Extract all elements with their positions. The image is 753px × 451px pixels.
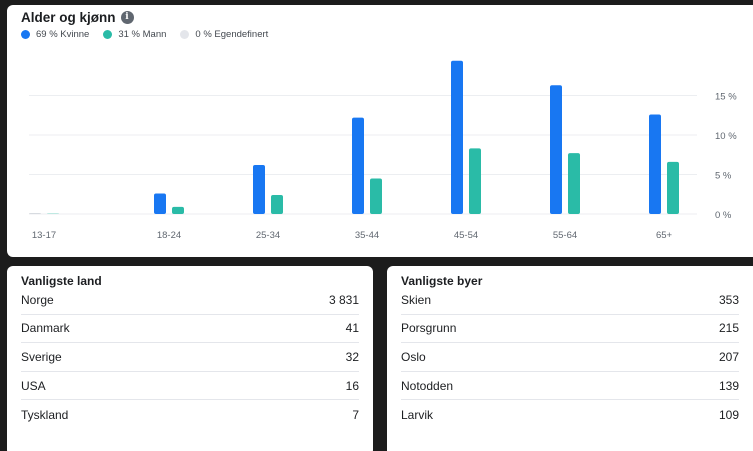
bar-kvinne-18-24[interactable] bbox=[154, 193, 166, 214]
country-row: Danmark 41 bbox=[21, 315, 359, 344]
x-tick-label: 65+ bbox=[656, 230, 673, 241]
city-row: Porsgrunn 215 bbox=[401, 315, 739, 344]
city-name: Skien bbox=[401, 292, 432, 307]
city-value: 139 bbox=[718, 378, 739, 393]
city-name: Notodden bbox=[401, 378, 454, 393]
city-row: Larvik 109 bbox=[401, 400, 739, 429]
x-tick-label: 45-54 bbox=[454, 230, 478, 241]
top-countries-card: Vanligste land Norge 3 831 Danmark 41 Sverig… bbox=[7, 266, 373, 451]
city-value: 109 bbox=[718, 407, 739, 422]
country-row: Tyskland 7 bbox=[21, 400, 359, 429]
bar-mann-18-24[interactable] bbox=[172, 206, 184, 214]
bar-kvinne-55-64[interactable] bbox=[550, 85, 562, 214]
top-countries-list: Norge 3 831 Danmark 41 Sverige 32 USA 16 Tysklan… bbox=[21, 286, 359, 429]
age-gender-card: Alder og kjønn i 69 % Kvinne 31 % Mann 0… bbox=[7, 5, 753, 257]
country-value: 32 bbox=[345, 349, 359, 364]
city-value: 207 bbox=[718, 349, 739, 364]
city-name: Larvik bbox=[401, 407, 434, 422]
bar-kvinne-45-54[interactable] bbox=[451, 60, 463, 214]
bar-mann-25-34[interactable] bbox=[271, 195, 283, 214]
city-row: Notodden 139 bbox=[401, 372, 739, 401]
bar-kvinne-13-17[interactable] bbox=[29, 213, 41, 214]
bar-mann-65+[interactable] bbox=[667, 161, 679, 214]
city-name: Oslo bbox=[401, 349, 426, 364]
bar-kvinne-25-34[interactable] bbox=[253, 165, 265, 214]
country-row: USA 16 bbox=[21, 372, 359, 401]
country-name: Danmark bbox=[21, 321, 70, 336]
bar-kvinne-35-44[interactable] bbox=[352, 117, 364, 214]
city-row: Skien 353 bbox=[401, 286, 739, 315]
country-name: Norge bbox=[21, 292, 54, 307]
country-row: Norge 3 831 bbox=[21, 286, 359, 315]
y-tick-label: 0 % bbox=[715, 210, 732, 221]
x-tick-label: 55-64 bbox=[553, 230, 577, 241]
bar-mann-35-44[interactable] bbox=[370, 178, 382, 214]
y-tick-label: 10 % bbox=[715, 131, 737, 142]
bar-mann-13-17[interactable] bbox=[47, 213, 59, 214]
y-tick-label: 5 % bbox=[715, 171, 732, 182]
city-value: 215 bbox=[718, 321, 739, 336]
country-row: Sverige 32 bbox=[21, 343, 359, 372]
city-row: Oslo 207 bbox=[401, 343, 739, 372]
bar-kvinne-65+[interactable] bbox=[649, 114, 661, 214]
x-tick-label: 25-34 bbox=[256, 230, 280, 241]
bar-mann-45-54[interactable] bbox=[469, 148, 481, 214]
country-value: 41 bbox=[345, 321, 359, 336]
country-value: 7 bbox=[352, 407, 359, 422]
bar-mann-55-64[interactable] bbox=[568, 153, 580, 214]
city-name: Porsgrunn bbox=[401, 321, 457, 336]
country-value: 3 831 bbox=[328, 292, 359, 307]
x-tick-label: 18-24 bbox=[157, 230, 181, 241]
country-name: Tyskland bbox=[21, 407, 69, 422]
country-name: USA bbox=[21, 378, 46, 393]
city-value: 353 bbox=[718, 292, 739, 307]
top-cities-card: Vanligste byer Skien 353 Porsgrunn 215 Oslo 2… bbox=[387, 266, 753, 451]
age-gender-chart: 0 % 5 % 10 % 15 % 13-17 18-24 25-34 35-44 45-54 5… bbox=[29, 60, 737, 241]
y-tick-label: 15 % bbox=[715, 92, 737, 103]
top-cities-list: Skien 353 Porsgrunn 215 Oslo 207 Notodden 139 La… bbox=[401, 286, 739, 429]
x-tick-label: 35-44 bbox=[355, 230, 379, 241]
country-name: Sverige bbox=[21, 349, 62, 364]
x-tick-label: 13-17 bbox=[32, 230, 56, 241]
country-value: 16 bbox=[345, 378, 359, 393]
